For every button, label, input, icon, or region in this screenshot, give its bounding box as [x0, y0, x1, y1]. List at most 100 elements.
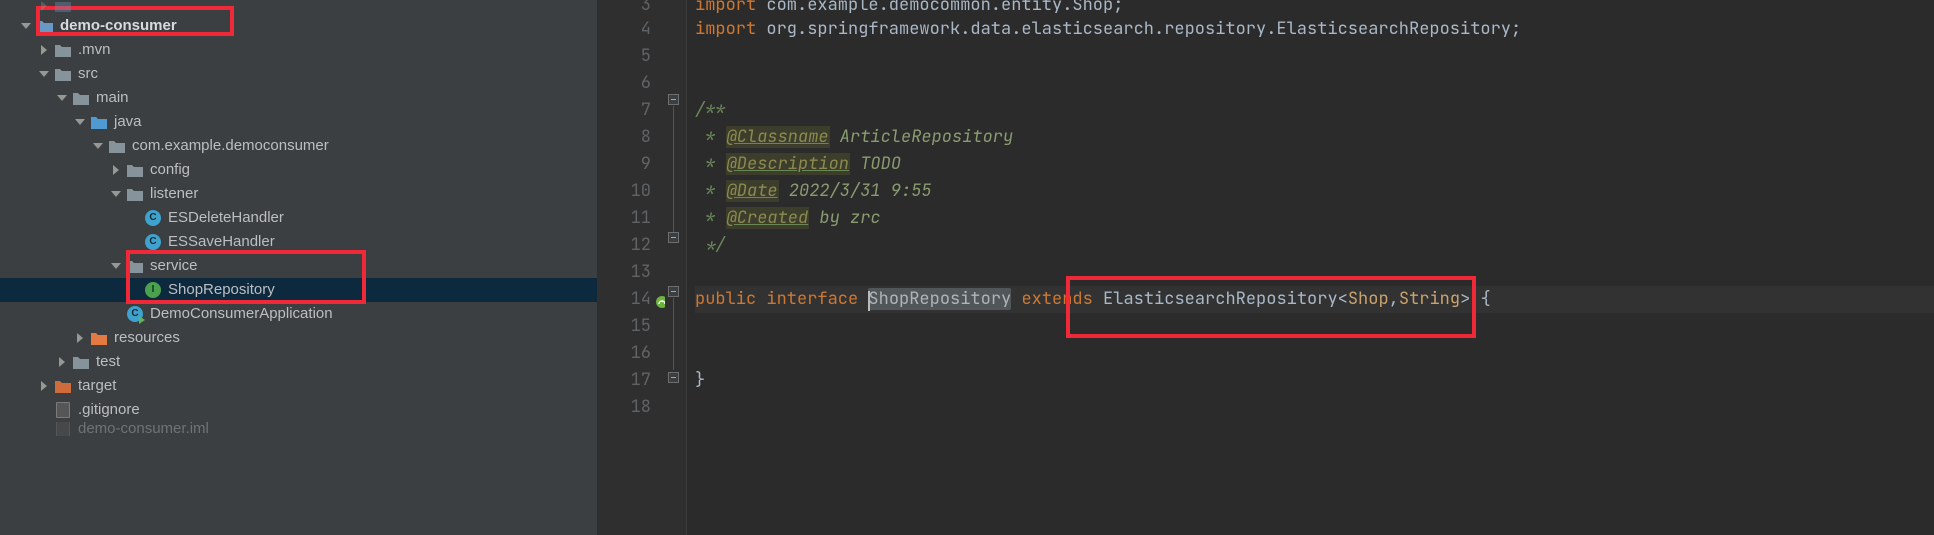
- line-number: 16: [631, 342, 651, 364]
- interface-icon: I: [144, 281, 162, 299]
- line-number: 6: [641, 72, 651, 94]
- tree-label: demo-consumer: [60, 14, 177, 38]
- tree-item-mvn[interactable]: .mvn: [0, 38, 597, 62]
- tree-item-appclass[interactable]: C DemoConsumerApplication: [0, 302, 597, 326]
- folder-icon: [54, 65, 72, 83]
- tree-label: config: [150, 158, 190, 182]
- chevron-down-icon: [90, 138, 106, 154]
- fold-toggle[interactable]: [668, 232, 679, 243]
- package-icon: [126, 257, 144, 275]
- line-number: 15: [631, 315, 651, 337]
- fold-line: [673, 298, 674, 370]
- module-folder-icon: [36, 17, 54, 35]
- tree-item-esdelete[interactable]: C ESDeleteHandler: [0, 206, 597, 230]
- code-line: * @Classname ArticleRepository: [695, 124, 1934, 151]
- line-number: 13: [631, 261, 651, 283]
- chevron-down-icon: [72, 114, 88, 130]
- line-number: 17: [631, 369, 651, 391]
- package-icon: [108, 137, 126, 155]
- chevron-right-icon: [36, 42, 52, 58]
- chevron-right-icon: [72, 330, 88, 346]
- fold-line: [673, 106, 674, 236]
- folder-icon: [72, 353, 90, 371]
- line-number: 5: [641, 45, 651, 67]
- tree-item-config[interactable]: config: [0, 158, 597, 182]
- code-line: [695, 394, 1934, 421]
- line-number: 10: [631, 180, 651, 202]
- tree-item-main[interactable]: main: [0, 86, 597, 110]
- tree-label: target: [78, 374, 116, 398]
- tree-item-essave[interactable]: C ESSaveHandler: [0, 230, 597, 254]
- tree-item-src[interactable]: src: [0, 62, 597, 86]
- resources-folder-icon: [90, 329, 108, 347]
- tree-label: DemoConsumerApplication: [150, 302, 333, 326]
- highlight-box: [1066, 276, 1476, 338]
- line-number: 3: [641, 0, 651, 16]
- code-line: [695, 70, 1934, 97]
- tree-label: ESDeleteHandler: [168, 206, 284, 230]
- fold-gutter[interactable]: [665, 0, 687, 535]
- tree-label: src: [78, 62, 98, 86]
- line-number: 4: [641, 18, 651, 40]
- tree-label: resources: [114, 326, 180, 350]
- class-icon: C: [144, 233, 162, 251]
- tree-item-listener[interactable]: listener: [0, 182, 597, 206]
- line-number: 11: [631, 207, 651, 229]
- tree-item-test[interactable]: test: [0, 350, 597, 374]
- code-area[interactable]: import com.example.democommon.entity.Sho…: [687, 0, 1934, 535]
- tree-label: ESSaveHandler: [168, 230, 275, 254]
- text-caret: [868, 291, 870, 311]
- chevron-down-icon: [54, 90, 70, 106]
- code-line: /**: [695, 97, 1934, 124]
- tree-item-package[interactable]: com.example.democonsumer: [0, 134, 597, 158]
- file-icon: [54, 422, 72, 436]
- tree-label: ShopRepository: [168, 278, 275, 302]
- folder-icon: [54, 41, 72, 59]
- tree-label: listener: [150, 182, 198, 206]
- tree-item-iml[interactable]: demo-consumer.iml: [0, 422, 597, 436]
- fold-toggle[interactable]: [668, 94, 679, 105]
- package-icon: [126, 185, 144, 203]
- line-number: 14: [631, 288, 651, 310]
- class-icon: C: [144, 209, 162, 227]
- code-line: * @Created by zrc: [695, 205, 1934, 232]
- source-folder-icon: [90, 113, 108, 131]
- file-icon: [54, 401, 72, 419]
- tree-label: demo-consumer.iml: [78, 422, 209, 436]
- line-number: 12: [631, 234, 651, 256]
- tree-item-gitignore[interactable]: .gitignore: [0, 398, 597, 422]
- tree-label: .mvn: [78, 38, 111, 62]
- code-line: import com.example.democommon.entity.Sho…: [695, 0, 1934, 16]
- tree-item-service[interactable]: service: [0, 254, 597, 278]
- line-number: 18: [631, 396, 651, 418]
- fold-toggle[interactable]: [668, 286, 679, 297]
- chevron-right-icon: [108, 162, 124, 178]
- code-line: * @Date 2022/3/31 9:55: [695, 178, 1934, 205]
- chevron-right-icon: [36, 2, 52, 14]
- tree-label: .gitignore: [78, 398, 140, 422]
- line-number: 7: [641, 99, 651, 121]
- tree-item-demo-consumer[interactable]: demo-consumer: [0, 14, 597, 38]
- tree-label: main: [96, 86, 129, 110]
- line-gutter: 3 4 5 6 7 8 9 10 11 12 13 14 15 16 17 18: [597, 0, 665, 535]
- tree-label: java: [114, 110, 142, 134]
- project-tree[interactable]: demo-consumer .mvn src main java: [0, 0, 597, 535]
- chevron-right-icon: [54, 354, 70, 370]
- line-number: 8: [641, 126, 651, 148]
- chevron-down-icon: [18, 18, 34, 34]
- code-line: }: [695, 367, 1934, 394]
- tree-item-truncated[interactable]: [0, 2, 597, 14]
- code-line: [695, 43, 1934, 70]
- fold-toggle[interactable]: [668, 372, 679, 383]
- tree-label: com.example.democonsumer: [132, 134, 329, 158]
- code-line: [695, 340, 1934, 367]
- tree-item-shoprepository[interactable]: I ShopRepository: [0, 278, 597, 302]
- code-editor[interactable]: 3 4 5 6 7 8 9 10 11 12 13 14 15 16 17 18: [597, 0, 1934, 535]
- tree-item-java[interactable]: java: [0, 110, 597, 134]
- module-folder-icon: [54, 2, 72, 14]
- tree-item-resources[interactable]: resources: [0, 326, 597, 350]
- chevron-down-icon: [36, 66, 52, 82]
- line-number: 9: [641, 153, 651, 175]
- excluded-folder-icon: [54, 377, 72, 395]
- tree-item-target[interactable]: target: [0, 374, 597, 398]
